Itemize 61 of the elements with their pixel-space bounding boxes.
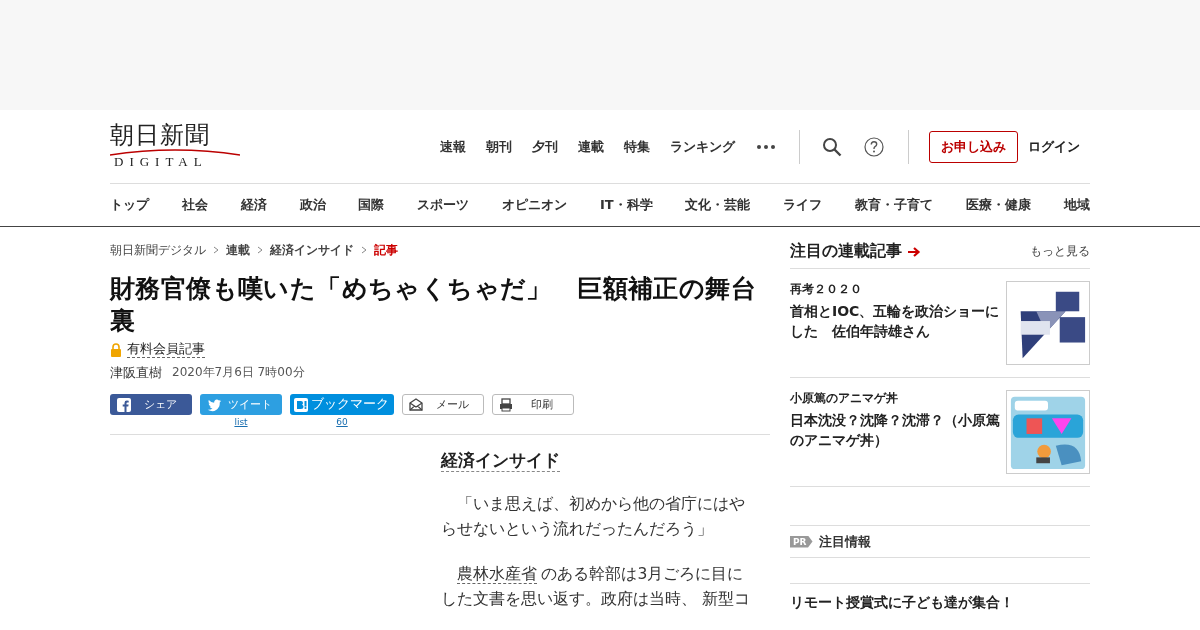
envelope-icon[interactable] [409, 397, 423, 412]
help-icon[interactable] [864, 136, 884, 157]
category-link[interactable]: 文化・芸能 [685, 196, 751, 214]
section-heading: 注目情報 [818, 532, 871, 551]
bird-icon[interactable] [207, 397, 221, 412]
category-link[interactable]: 教育・子育て [855, 196, 934, 214]
nav-link[interactable]: 連載 [578, 137, 604, 156]
sidebar-heading: 注目の連載記事 [790, 241, 902, 262]
search-icon[interactable] [822, 136, 842, 157]
author-name: 津阪直樹 [110, 364, 162, 382]
article-link[interactable]: 日本沈没？沈降？沈滞？（小原篤のアニマゲ丼） [790, 410, 1002, 450]
logo[interactable]: 朝日新聞 DIGITAL [110, 121, 240, 168]
paragraph: 農林水産省 のある幹部は3月ごろに目にした文書を思い返す。政府は当時、 新型コ [441, 564, 751, 610]
category-link[interactable]: トップ [110, 196, 149, 214]
category-link[interactable]: 政治 [299, 196, 326, 214]
nav-link[interactable]: 夕刊 [532, 137, 558, 156]
category-link[interactable]: 国際 [358, 196, 385, 214]
category-link[interactable]: 医療・健康 [966, 196, 1031, 214]
subscribe-button[interactable]: お申し込み [929, 130, 1018, 163]
breadcrumb-link[interactable]: 記事 [374, 241, 398, 259]
chevron-icon[interactable] [361, 246, 367, 254]
category-link[interactable]: IT・科学 [599, 196, 653, 214]
category-link[interactable]: 地域 [1063, 196, 1090, 214]
series-link[interactable]: 経済インサイド [441, 449, 560, 472]
bookmark-icon[interactable] [294, 397, 308, 412]
share-button[interactable]: ブックマーク [290, 394, 394, 415]
login-link[interactable]: ログイン [1028, 137, 1080, 156]
nav-link[interactable]: ランキング [670, 137, 735, 156]
arrow-icon[interactable] [907, 245, 921, 258]
pr-badge: PR [790, 535, 813, 548]
category-link[interactable]: ライフ [783, 196, 823, 214]
share-count-link[interactable]: 60 [336, 417, 348, 427]
share-button[interactable]: メール [402, 394, 484, 415]
promo-link[interactable]: リモート授賞式に子ども達が集合！ [790, 594, 1090, 612]
nav-link[interactable]: 速報 [440, 137, 466, 156]
paid-member-link[interactable]: 有料会員記事 [127, 341, 205, 358]
publish-date: 2020年7月6日 7時00分 [172, 364, 305, 381]
share-button[interactable]: 印刷 [492, 394, 574, 415]
category-link[interactable]: 社会 [181, 196, 208, 214]
breadcrumb-link[interactable]: 朝日新聞デジタル [110, 241, 206, 259]
share-count-link[interactable]: list [234, 417, 248, 427]
category-link[interactable]: 経済 [240, 196, 267, 214]
breadcrumb-link[interactable]: 連載 [226, 241, 250, 259]
category-link[interactable]: オピニオン [502, 196, 568, 214]
nav-link[interactable]: 特集 [624, 137, 650, 156]
inline-link[interactable]: 農林水産省 [456, 565, 537, 584]
article-link[interactable]: 首相とIOC、五輪を政治ショーにした 佐伯年詩雄さん [790, 301, 1002, 341]
facebook-icon[interactable] [117, 397, 131, 412]
breadcrumb-link[interactable]: 経済インサイド [270, 241, 354, 259]
chevron-icon[interactable] [257, 246, 263, 254]
category-link[interactable]: スポーツ [417, 196, 470, 214]
series-label: 小原篤のアニマゲ丼 [790, 391, 899, 406]
series-label: 再考２０２０ [790, 282, 863, 297]
paragraph: 「いま思えば、初めから他の省庁にはやらせないという流れだったんだろう」 [441, 494, 746, 540]
article-title: 財務官僚も嘆いた「めちゃくちゃだ」 巨額補正の舞台裏 [110, 273, 757, 337]
share-button[interactable]: シェア [110, 394, 192, 415]
printer-icon[interactable] [499, 397, 513, 412]
more-link[interactable]: もっと見る [1030, 243, 1090, 260]
nav-link[interactable]: 朝刊 [486, 137, 512, 156]
more-icon[interactable] [757, 144, 775, 149]
chevron-icon[interactable] [213, 246, 219, 254]
